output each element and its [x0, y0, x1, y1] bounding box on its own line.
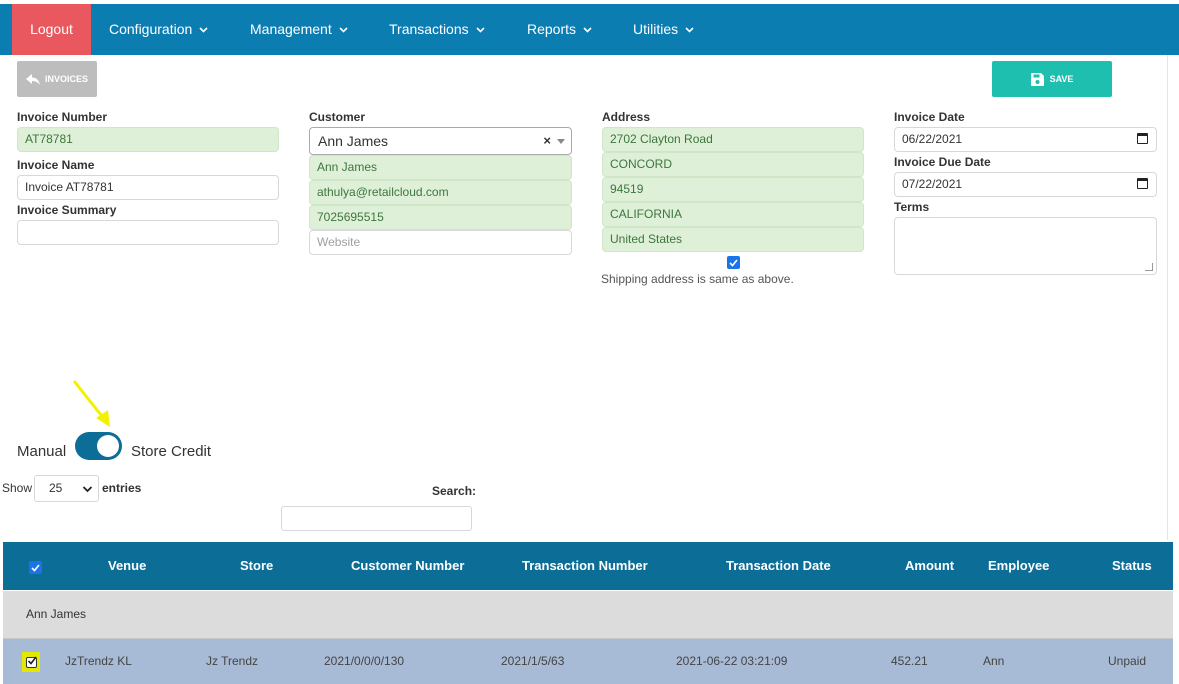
logout-button[interactable]: Logout [12, 4, 91, 55]
manual-store-credit-toggle[interactable] [75, 432, 122, 460]
top-navbar: Logout Configuration Management Transact… [0, 4, 1179, 55]
nav-configuration[interactable]: Configuration [109, 4, 208, 55]
floppy-disk-icon [1030, 72, 1044, 86]
nav-management-label: Management [250, 21, 332, 37]
save-button[interactable]: SAVE [992, 61, 1112, 97]
customer-phone-field[interactable]: 7025695515 [309, 205, 572, 230]
group-customer-name: Ann James [26, 607, 87, 621]
website-field[interactable]: Website [309, 230, 572, 255]
address-state-field[interactable]: CALIFORNIA [602, 202, 864, 227]
save-button-label: SAVE [1049, 74, 1074, 84]
column-header-employee[interactable]: Employee [988, 542, 1049, 590]
table-group-row: Ann James [3, 591, 1173, 639]
table-row[interactable]: JzTrendz KL Jz Trendz 2021/0/0/0/130 202… [3, 639, 1173, 684]
invoice-date-label: Invoice Date [894, 110, 965, 124]
entries-select[interactable]: 25 [34, 475, 99, 502]
toggle-knob [97, 435, 119, 457]
chevron-down-icon [583, 27, 592, 33]
nav-reports-label: Reports [527, 21, 577, 37]
entries-label: entries [102, 481, 142, 495]
address-zip-field[interactable]: 94519 [602, 177, 864, 202]
checkbox-icon [25, 656, 37, 668]
chevron-down-icon [82, 486, 93, 493]
cell-transaction-number: 2021/1/5/63 [501, 654, 565, 668]
checkmark-icon [31, 563, 40, 572]
column-header-status[interactable]: Status [1112, 542, 1152, 590]
chevron-down-icon [685, 27, 694, 33]
cell-store: Jz Trendz [206, 654, 259, 668]
shipping-same-label: Shipping address is same as above. [601, 272, 794, 286]
invoice-date-value: 06/22/2021 [902, 132, 963, 146]
select-all-checkbox[interactable] [29, 561, 42, 574]
cell-customer-number: 2021/0/0/0/130 [324, 654, 405, 668]
panel-border [1167, 55, 1168, 540]
address-street-field[interactable]: 2702 Clayton Road [602, 127, 864, 152]
column-header-customer-number[interactable]: Customer Number [351, 542, 464, 590]
cell-venue: JzTrendz KL [65, 654, 132, 668]
invoice-summary-label: Invoice Summary [17, 203, 117, 217]
column-header-transaction-date[interactable]: Transaction Date [726, 542, 831, 590]
address-city-field[interactable]: CONCORD [602, 152, 864, 177]
search-input[interactable] [281, 506, 472, 531]
reply-arrow-icon [25, 73, 40, 85]
back-to-invoices-button[interactable]: INVOICES [17, 61, 97, 97]
dropdown-arrow-icon [557, 139, 565, 144]
chevron-down-icon [339, 27, 348, 33]
customer-select[interactable]: Ann James × [309, 127, 572, 155]
address-country-field[interactable]: United States [602, 227, 864, 252]
nav-utilities-label: Utilities [633, 21, 679, 37]
cell-employee: Ann [983, 654, 1005, 668]
invoice-due-date-value: 07/22/2021 [902, 177, 963, 191]
resize-handle-icon[interactable] [1145, 263, 1153, 271]
column-header-venue[interactable]: Venue [108, 542, 146, 590]
column-header-transaction-number[interactable]: Transaction Number [522, 542, 648, 590]
annotation-arrow-icon [72, 380, 110, 427]
back-button-label: INVOICES [44, 74, 88, 84]
toggle-left-label: Manual [17, 443, 67, 460]
search-label: Search: [432, 484, 477, 498]
chevron-down-icon [476, 27, 485, 33]
invoice-name-field[interactable]: Invoice AT78781 [17, 175, 279, 200]
cell-transaction-date: 2021-06-22 03:21:09 [676, 654, 788, 668]
invoice-date-field[interactable]: 06/22/2021 [894, 127, 1157, 152]
cell-amount: 452.21 [891, 654, 928, 668]
address-label: Address [602, 110, 651, 124]
customer-select-value: Ann James [318, 133, 389, 149]
nav-utilities[interactable]: Utilities [633, 4, 694, 55]
customer-email-field[interactable]: athulya@retailcloud.com [309, 180, 572, 205]
table-header: Venue Store Customer Number Transaction … [3, 542, 1173, 590]
checkmark-icon [729, 258, 738, 267]
terms-label: Terms [894, 200, 930, 214]
nav-management[interactable]: Management [250, 4, 348, 55]
nav-reports[interactable]: Reports [527, 4, 592, 55]
show-label: Show [2, 481, 33, 495]
calendar-icon[interactable] [1137, 133, 1148, 144]
calendar-icon[interactable] [1137, 178, 1148, 189]
nav-transactions[interactable]: Transactions [389, 4, 485, 55]
customer-name-field[interactable]: Ann James [309, 155, 572, 180]
invoice-summary-field[interactable] [17, 220, 279, 245]
invoice-number-field[interactable]: AT78781 [17, 127, 279, 152]
column-header-store[interactable]: Store [240, 542, 273, 590]
invoice-due-date-field[interactable]: 07/22/2021 [894, 172, 1157, 197]
nav-configuration-label: Configuration [109, 21, 193, 37]
nav-transactions-label: Transactions [389, 21, 469, 37]
shipping-same-checkbox[interactable] [727, 256, 740, 269]
terms-textarea[interactable] [894, 217, 1157, 275]
invoice-number-label: Invoice Number [17, 110, 108, 124]
entries-select-value: 25 [49, 481, 63, 495]
invoice-name-label: Invoice Name [17, 158, 95, 172]
chevron-down-icon [199, 27, 208, 33]
customer-label: Customer [309, 110, 366, 124]
toggle-right-label: Store Credit [131, 443, 212, 460]
cell-status: Unpaid [1108, 654, 1147, 668]
row-checkbox[interactable] [22, 652, 40, 672]
column-header-amount[interactable]: Amount [905, 542, 954, 590]
clear-icon[interactable]: × [543, 128, 551, 154]
invoice-due-date-label: Invoice Due Date [894, 155, 991, 169]
